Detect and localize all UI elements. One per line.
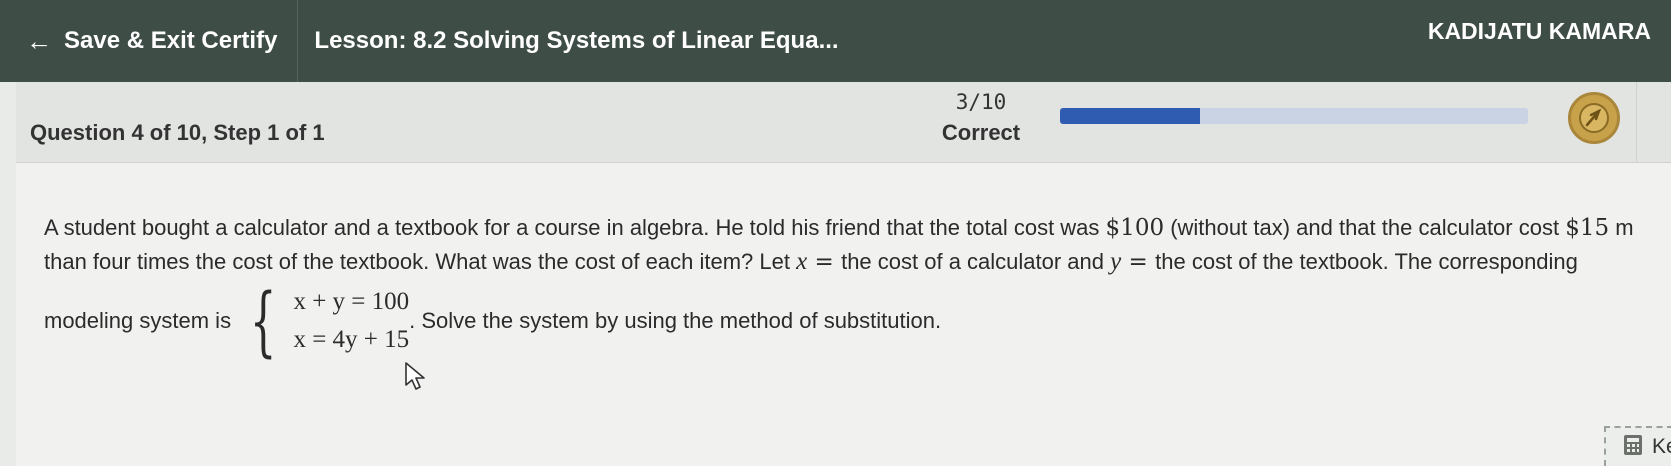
problem-text: A student bought a calculator and a text…	[44, 211, 1671, 359]
top-bar: ← Save & Exit Certify Lesson: 8.2 Solvin…	[0, 0, 1671, 82]
calculator-extra-value: $15	[1565, 215, 1610, 241]
equals-sign: =	[807, 249, 842, 275]
calculator-icon	[1622, 434, 1644, 461]
problem-line-1: A student bought a calculator and a text…	[44, 211, 1671, 245]
problem-text-segment: . Solve the system by using the method o…	[409, 308, 942, 333]
keypad-label: Ke	[1652, 435, 1671, 458]
equation-1: x + y = 100	[293, 288, 410, 315]
user-name[interactable]: KADIJATU KAMARA	[1428, 18, 1651, 45]
variable-y: y	[1110, 248, 1122, 275]
score-display: 3/10 Correct	[936, 90, 1026, 146]
question-header: Question 4 of 10, Step 1 of 1 3/10 Corre…	[16, 82, 1671, 163]
score-fraction: 3/10	[955, 90, 1007, 114]
problem-text-segment: than four times the cost of the textbook…	[44, 249, 797, 274]
save-exit-label: Save & Exit Certify	[64, 27, 278, 54]
progress-bar	[1060, 108, 1528, 124]
header-divider	[1636, 82, 1637, 162]
mouse-pointer-icon	[404, 361, 426, 396]
problem-line-3: modeling system is { x + y = 100 x = 4y …	[44, 283, 1671, 359]
score-label: Correct	[941, 120, 1021, 145]
lesson-title: Lesson: 8.2 Solving Systems of Linear Eq…	[314, 27, 839, 54]
save-exit-button[interactable]: ← Save & Exit Certify	[0, 0, 299, 82]
compass-badge-icon[interactable]	[1568, 92, 1620, 144]
equation-2: x = 4y + 15	[293, 326, 410, 353]
variable-x: x	[796, 248, 808, 275]
question-title: Question 4 of 10, Step 1 of 1	[30, 120, 325, 145]
question-content: A student bought a calculator and a text…	[16, 163, 1671, 466]
problem-text-segment: m	[1609, 215, 1634, 240]
problem-text-segment: the cost of a calculator and	[841, 249, 1111, 274]
progress-fill	[1060, 108, 1201, 124]
back-arrow-icon: ←	[26, 26, 52, 56]
equals-sign: =	[1121, 249, 1156, 275]
problem-line-2: than four times the cost of the textbook…	[44, 245, 1671, 279]
total-cost-value: $100	[1105, 215, 1165, 241]
problem-text-segment: the cost of the textbook. The correspond…	[1155, 249, 1578, 274]
equation-system: x + y = 100 x = 4y + 15	[293, 283, 409, 359]
problem-text-segment: A student bought a calculator and a text…	[44, 215, 1106, 240]
problem-text-segment: modeling system is	[44, 308, 232, 333]
problem-text-segment: (without tax) and that the calculator co…	[1164, 215, 1566, 240]
system-brace: {	[249, 276, 277, 365]
keypad-button[interactable]: Ke	[1604, 426, 1671, 466]
